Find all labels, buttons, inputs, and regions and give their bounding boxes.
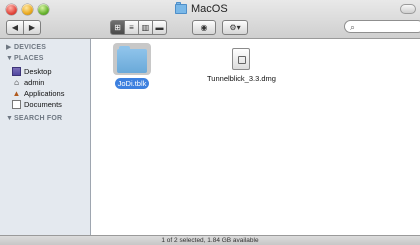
zoom-button[interactable] bbox=[38, 4, 49, 15]
disclosure-down-icon: ▼ bbox=[6, 115, 14, 122]
list-view-button[interactable]: ≡ bbox=[125, 20, 139, 35]
sidebar: ▶ DEVICES ▼PLACES Desktop ⌂ admin ▲ Appli… bbox=[0, 39, 91, 235]
back-button[interactable]: ◀ bbox=[6, 20, 24, 35]
document-icon bbox=[12, 99, 21, 109]
file-icon-wrap bbox=[113, 43, 151, 75]
sidebar-item-admin[interactable]: ⌂ admin bbox=[12, 77, 44, 87]
back-arrow-icon: ◀ bbox=[11, 23, 19, 32]
sidebar-item-label: Desktop bbox=[24, 66, 52, 76]
sidebar-item-desktop[interactable]: Desktop bbox=[12, 66, 52, 76]
finder-window: MacOS ◀ ▶ ⊞ ≡ ▥ ▬ ◉ ⚙▾ ⌕ ▶ DEVICES ▼PLACE… bbox=[0, 0, 420, 245]
action-menu-button[interactable]: ⚙▾ bbox=[222, 20, 248, 35]
magnifier-icon: ⌕ bbox=[350, 22, 356, 32]
folder-icon bbox=[175, 2, 187, 14]
toolbar: MacOS ◀ ▶ ⊞ ≡ ▥ ▬ ◉ ⚙▾ ⌕ bbox=[0, 0, 420, 39]
gear-icon: ⚙▾ bbox=[229, 23, 241, 32]
window-title-text: MacOS bbox=[191, 3, 228, 15]
section-places-label: PLACES bbox=[14, 55, 44, 62]
sidebar-item-label: admin bbox=[24, 77, 45, 87]
sidebar-item-documents[interactable]: Documents bbox=[12, 99, 62, 109]
section-search-for[interactable]: ▼SEARCH FOR bbox=[6, 115, 62, 122]
section-search-for-label: SEARCH FOR bbox=[14, 115, 63, 122]
nav-buttons: ◀ ▶ bbox=[6, 20, 41, 35]
columns-icon: ▥ bbox=[141, 23, 150, 32]
file-browser: JoDi.tblk Tunnelblick_3.3.dmg bbox=[91, 39, 420, 235]
grid-icon: ⊞ bbox=[114, 23, 121, 32]
sidebar-item-label: Applications bbox=[24, 88, 65, 98]
disclosure-right-icon: ▶ bbox=[6, 44, 12, 51]
file-item[interactable]: Tunnelblick_3.3.dmg bbox=[204, 43, 279, 84]
sidebar-item-applications[interactable]: ▲ Applications bbox=[12, 88, 65, 98]
section-devices[interactable]: ▶ DEVICES bbox=[6, 43, 46, 51]
toolbar-toggle-button[interactable] bbox=[400, 4, 416, 14]
view-mode-buttons: ⊞ ≡ ▥ ▬ bbox=[110, 20, 167, 35]
sidebar-item-label: Documents bbox=[24, 99, 62, 109]
bundle-folder-icon bbox=[117, 46, 147, 73]
forward-arrow-icon: ▶ bbox=[28, 23, 36, 32]
window-title: MacOS bbox=[175, 2, 228, 15]
disclosure-down-icon: ▼ bbox=[6, 55, 14, 62]
file-name: Tunnelblick_3.3.dmg bbox=[207, 74, 276, 83]
forward-button[interactable]: ▶ bbox=[24, 20, 41, 35]
status-text: 1 of 2 selected, 1.84 GB available bbox=[161, 237, 259, 244]
close-button[interactable] bbox=[6, 4, 17, 15]
search-input[interactable]: ⌕ bbox=[344, 20, 420, 33]
home-icon: ⌂ bbox=[14, 77, 19, 87]
status-bar: 1 of 2 selected, 1.84 GB available bbox=[0, 235, 420, 245]
file-name: JoDi.tblk bbox=[114, 78, 150, 89]
eye-icon: ◉ bbox=[200, 23, 208, 32]
file-item[interactable]: JoDi.tblk bbox=[113, 43, 151, 89]
desktop-icon bbox=[12, 66, 21, 76]
action-group: ⚙▾ bbox=[222, 20, 248, 35]
list-icon: ≡ bbox=[129, 23, 134, 32]
disk-image-icon bbox=[232, 48, 251, 70]
window-controls bbox=[6, 4, 49, 15]
coverflow-view-button[interactable]: ▬ bbox=[153, 20, 167, 35]
applications-icon: ▲ bbox=[12, 88, 21, 98]
quick-look-group: ◉ bbox=[192, 20, 216, 35]
icon-view-button[interactable]: ⊞ bbox=[110, 20, 125, 35]
coverflow-icon: ▬ bbox=[155, 23, 164, 32]
column-view-button[interactable]: ▥ bbox=[139, 20, 153, 35]
section-places[interactable]: ▼PLACES bbox=[6, 55, 44, 62]
section-devices-label: DEVICES bbox=[14, 44, 47, 51]
quick-look-button[interactable]: ◉ bbox=[192, 20, 216, 35]
minimize-button[interactable] bbox=[22, 4, 33, 15]
